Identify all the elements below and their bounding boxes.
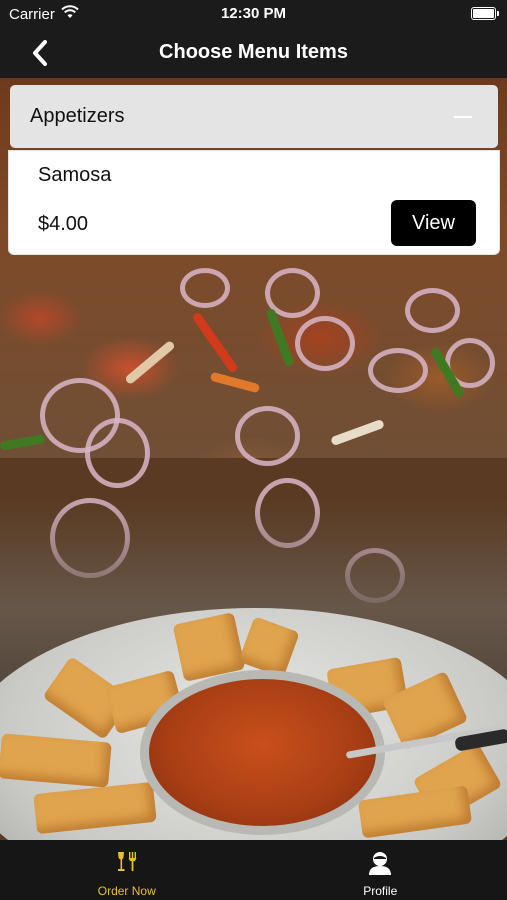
menu-item-name: Samosa (38, 164, 112, 186)
menu-item-price: $4.00 (38, 213, 89, 235)
accordion-title: Appetizers (30, 105, 125, 127)
battery-icon (471, 7, 499, 20)
tab-label-profile: Profile (363, 884, 398, 898)
view-button[interactable]: View (391, 200, 476, 246)
page-title: Choose Menu Items (159, 41, 348, 63)
menu-item-card: Samosa $4.00 View (8, 150, 500, 255)
user-icon (367, 850, 393, 881)
tab-profile[interactable]: Profile (254, 840, 507, 900)
tab-order-now[interactable]: Order Now (0, 840, 254, 900)
status-bar: Carrier 12:30 PM (0, 0, 507, 28)
tab-bar: Order Now Profile (0, 840, 507, 900)
fork-glass-icon (115, 850, 139, 879)
nav-bar: Choose Menu Items (0, 28, 507, 78)
tab-label-order-now: Order Now (97, 884, 156, 898)
accordion-header-appetizers[interactable]: Appetizers (10, 85, 498, 148)
minus-icon (454, 116, 472, 118)
status-time: 12:30 PM (220, 5, 287, 22)
